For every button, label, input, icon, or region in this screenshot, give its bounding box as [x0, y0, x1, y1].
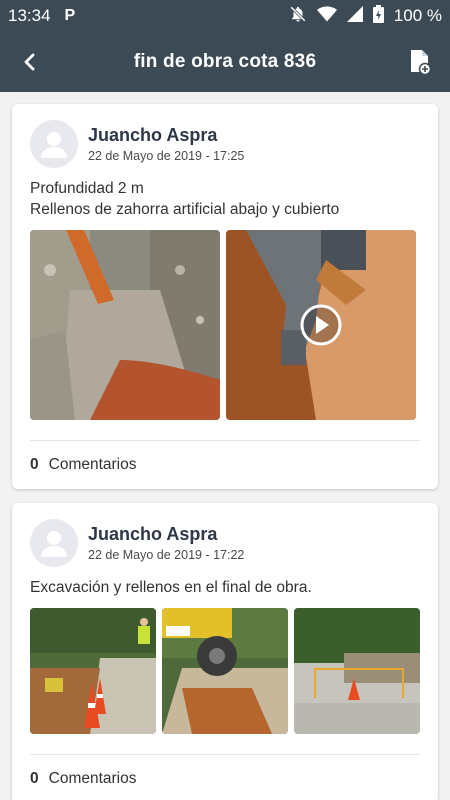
- post-header: Juancho Aspra 22 de Mayo de 2019 - 17:22: [30, 519, 420, 567]
- add-document-icon: [411, 50, 431, 75]
- add-document-button[interactable]: [390, 32, 450, 92]
- parking-notification-icon: P: [64, 7, 76, 24]
- post-media: [30, 608, 420, 734]
- photo-thumbnail[interactable]: [30, 608, 156, 734]
- user-placeholder-icon: [41, 531, 67, 557]
- play-icon: [300, 304, 342, 346]
- status-icons: 100 %: [289, 4, 442, 28]
- battery-charging-icon: [372, 4, 384, 28]
- battery-percent: 100 %: [393, 6, 442, 25]
- post-text-line: Rellenos de zahorra artificial abajo y c…: [30, 201, 340, 218]
- user-placeholder-icon: [41, 132, 67, 158]
- wifi-icon: [316, 6, 337, 27]
- comments-label: Comentarios: [48, 456, 137, 473]
- author-name[interactable]: Juancho Aspra: [88, 125, 244, 146]
- notifications-off-icon: [289, 5, 307, 28]
- comments-link[interactable]: 0 Comentarios: [30, 441, 420, 489]
- trench-photo: [30, 230, 220, 420]
- app-bar: fin de obra cota 836: [0, 32, 450, 92]
- post-text-line: Profundidad 2 m: [30, 180, 144, 197]
- post-text-line: Excavación y rellenos en el final de obr…: [30, 579, 312, 596]
- post-text: Profundidad 2 m Rellenos de zahorra arti…: [30, 178, 420, 220]
- back-button[interactable]: [0, 32, 60, 92]
- comments-label: Comentarios: [48, 770, 137, 787]
- photo-thumbnail[interactable]: [30, 230, 220, 420]
- worksite-photo: [294, 608, 420, 734]
- page-title: fin de obra cota 836: [133, 51, 317, 72]
- posts-feed[interactable]: Juancho Aspra 22 de Mayo de 2019 - 17:25…: [0, 92, 450, 800]
- post-date: 22 de Mayo de 2019 - 17:25: [88, 149, 245, 163]
- avatar[interactable]: [30, 120, 78, 168]
- author-name[interactable]: Juancho Aspra: [88, 524, 244, 545]
- photo-thumbnail[interactable]: [294, 608, 420, 734]
- dumper-photo: [162, 608, 288, 734]
- status-bar: 13:34 P 100 %: [0, 0, 450, 32]
- post-media: [30, 230, 420, 420]
- status-time: 13:34: [8, 6, 51, 25]
- back-arrow-icon: [24, 53, 35, 71]
- photo-thumbnail[interactable]: [162, 608, 288, 734]
- avatar[interactable]: [30, 519, 78, 567]
- signal-icon: [346, 5, 363, 27]
- comments-count: 0: [30, 456, 39, 473]
- post-text: Excavación y rellenos en el final de obr…: [30, 577, 420, 598]
- post-header: Juancho Aspra 22 de Mayo de 2019 - 17:25: [30, 120, 420, 168]
- post-card: Juancho Aspra 22 de Mayo de 2019 - 17:22…: [12, 503, 438, 800]
- cones-photo: [30, 608, 156, 734]
- post-card: Juancho Aspra 22 de Mayo de 2019 - 17:25…: [12, 104, 438, 489]
- comments-link[interactable]: 0 Comentarios: [30, 755, 420, 800]
- comments-count: 0: [30, 770, 39, 787]
- post-date: 22 de Mayo de 2019 - 17:22: [88, 548, 245, 562]
- video-thumbnail[interactable]: [226, 230, 416, 420]
